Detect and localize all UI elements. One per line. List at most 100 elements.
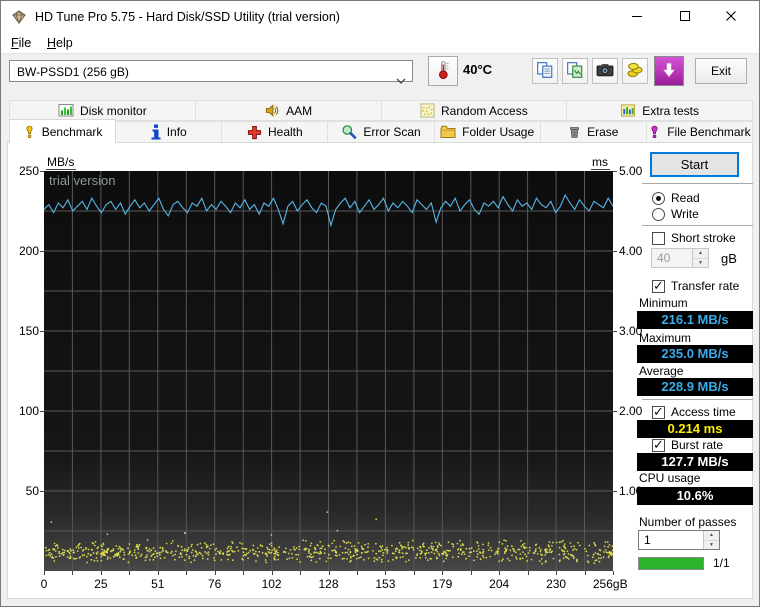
maximum-value: 235.0 MB/s [637, 345, 753, 363]
tab-label: Benchmark [41, 124, 103, 139]
passes-label: Number of passes [639, 515, 737, 529]
y-right-tick-mark [613, 491, 617, 492]
chevron-down-icon [396, 69, 406, 91]
window-title: HD Tune Pro 5.75 - Hard Disk/SSD Utility… [35, 10, 340, 24]
read-radio-circle[interactable] [652, 191, 665, 205]
short-stroke-value[interactable]: 40 [652, 249, 692, 267]
progress-fill [639, 558, 703, 569]
tab-health[interactable]: Health [221, 121, 329, 143]
tab-disk-monitor[interactable]: Disk monitor [9, 100, 196, 121]
transfer-rate-checkbox[interactable]: Transfer rate [652, 278, 739, 294]
close-button[interactable] [708, 1, 754, 33]
transfer-rate-checkbox-box[interactable] [652, 278, 665, 294]
short-stroke-checkbox[interactable]: Short stroke [652, 231, 736, 245]
y-left-tick-mark [40, 171, 44, 172]
y-left-tick: 250 [18, 164, 39, 178]
tab-extra-tests[interactable]: Extra tests [566, 100, 753, 121]
x-tick: 204 [489, 577, 510, 591]
file-benchmark-icon [648, 124, 661, 140]
minimize-icon [631, 10, 643, 25]
burst-rate-checkbox[interactable]: Burst rate [652, 437, 723, 453]
passes-input[interactable]: 1 ▲ ▼ [638, 530, 720, 550]
exit-button[interactable]: Exit [695, 58, 747, 84]
screenshot-button[interactable] [592, 58, 618, 84]
title-bar: HD Tune Pro 5.75 - Hard Disk/SSD Utility… [1, 1, 759, 33]
y-left-tick-mark [40, 491, 44, 492]
tab-label: File Benchmark [667, 125, 751, 139]
tab-info[interactable]: Info [115, 121, 223, 143]
maximize-button[interactable] [662, 1, 708, 33]
update-button[interactable] [654, 56, 684, 86]
x-tick-mark [613, 571, 614, 575]
passes-value[interactable]: 1 [639, 531, 703, 549]
x-tick-mark [328, 571, 330, 575]
y-left-tick: 50 [25, 484, 39, 498]
passes-spinner-arrows[interactable]: ▲ ▼ [703, 531, 719, 549]
y-right-tick-mark [613, 251, 617, 252]
tab-folder-usage[interactable]: Folder Usage [433, 121, 541, 143]
burst-rate-value: 127.7 MB/s [637, 453, 753, 471]
short-stroke-input[interactable]: 40 ▲ ▼ [651, 248, 709, 268]
x-tick: 25 [94, 577, 108, 591]
benchmark-icon [23, 124, 36, 140]
drive-select[interactable]: BW-PSSD1 (256 gB) [9, 60, 413, 84]
temperature-button[interactable] [428, 56, 458, 86]
y-left-tick: 100 [18, 404, 39, 418]
tab-file-benchmark[interactable]: File Benchmark [645, 121, 753, 143]
menu-bar: File Help [1, 33, 759, 54]
write-radio-circle[interactable] [652, 207, 665, 221]
short-stroke-checkbox-box[interactable] [652, 231, 665, 245]
tab-erase[interactable]: Erase [539, 121, 647, 143]
write-radio-label: Write [671, 207, 699, 221]
access-time-checkbox-box[interactable] [652, 404, 665, 420]
tab-error-scan[interactable]: Error Scan [327, 121, 435, 143]
access-time-checkbox[interactable]: Access time [652, 404, 736, 420]
menu-help[interactable]: Help [41, 33, 79, 53]
tab-aam[interactable]: AAM [194, 100, 382, 121]
trial-watermark: trial version [49, 173, 116, 188]
copy-text-button[interactable] [532, 58, 558, 84]
copy-image-button[interactable] [562, 58, 588, 84]
y-right-tick: 4.00 [619, 244, 643, 258]
tab-label: Info [166, 125, 187, 139]
x-tick-mark [584, 571, 586, 575]
purchase-button[interactable] [622, 58, 648, 84]
x-tick-mark [413, 571, 415, 575]
short-stroke-unit: gB [721, 251, 737, 266]
read-radio[interactable]: Read [652, 191, 700, 205]
chart-canvas [43, 171, 614, 571]
divider [642, 225, 753, 226]
tab-random-access[interactable]: Random Access [380, 100, 568, 121]
short-stroke-spinner-arrows[interactable]: ▲ ▼ [692, 249, 708, 267]
minimum-label: Minimum [639, 296, 688, 310]
tab-label: Health [268, 125, 303, 139]
progress-text: 1/1 [713, 556, 730, 570]
health-icon [247, 125, 262, 140]
burst-rate-checkbox-box[interactable] [652, 437, 665, 453]
read-radio-label: Read [671, 191, 700, 205]
x-tick: 256gB [592, 577, 628, 591]
tab-label: Random Access [441, 103, 528, 118]
extra-tests-icon [620, 103, 636, 118]
tab-label: AAM [286, 103, 313, 118]
y-left-tick: 200 [18, 244, 39, 258]
camera-icon [596, 61, 614, 82]
thermometer-icon [434, 60, 452, 83]
minimum-value: 216.1 MB/s [637, 311, 753, 329]
x-tick-mark [470, 571, 472, 575]
divider [642, 399, 753, 400]
x-tick-mark [100, 571, 102, 575]
tab-benchmark[interactable]: Benchmark [9, 119, 117, 143]
y-right-tick-mark [613, 411, 617, 412]
minimize-button[interactable] [614, 1, 660, 33]
cpu-usage-label: CPU usage [639, 471, 701, 485]
access-time-value: 0.214 ms [637, 420, 753, 438]
write-radio[interactable]: Write [652, 207, 699, 221]
x-tick-mark [499, 571, 501, 575]
tab-row-secondary: Disk monitor AAM Random Access Extra tests [9, 100, 753, 121]
y-right-tick-mark [613, 331, 617, 332]
start-button[interactable]: Start [650, 152, 739, 177]
disk-monitor-icon [58, 103, 74, 118]
menu-file[interactable]: File [5, 33, 37, 53]
speaker-icon [264, 103, 280, 118]
